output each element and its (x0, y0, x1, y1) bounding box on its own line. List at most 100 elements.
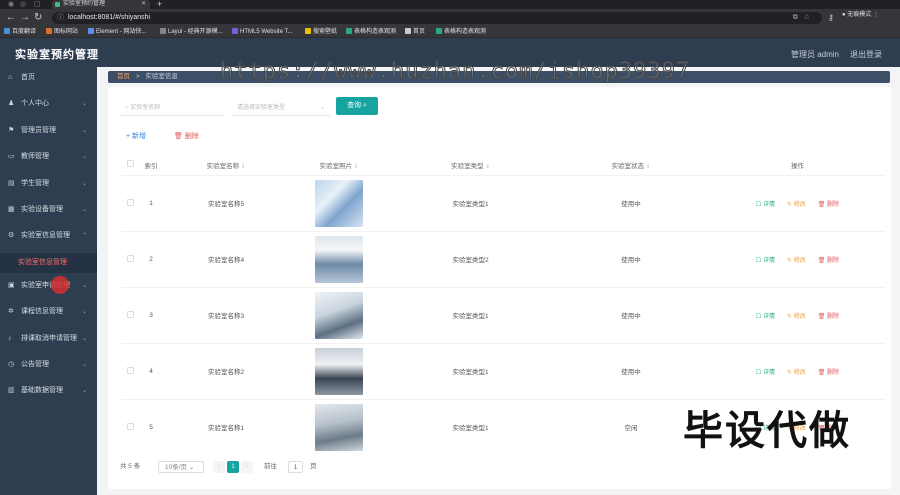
header-photo[interactable]: 实验室照片 ⇕ (289, 155, 389, 175)
sidebar-item-profile[interactable]: ♟ 个人中心 ⌄ (0, 94, 97, 114)
row-checkbox-cell[interactable] (121, 398, 139, 455)
sidebar-subitem-lab-info[interactable]: 实验室信息管理 (0, 253, 97, 273)
sidebar-item-lab-info[interactable]: ⚙ 实验室信息管理 ⌃ (0, 226, 97, 246)
chevron-down-icon: ⌄ (82, 101, 88, 107)
bookmark-item[interactable]: 搜索壁纸 (305, 28, 337, 36)
page-number-current[interactable]: 1 (227, 461, 239, 473)
bookmark-item[interactable]: Layui - 经典开源模... (160, 28, 223, 36)
sidebar-item-teachers[interactable]: ▭ 教师管理 ⌄ (0, 147, 97, 167)
row-checkbox[interactable] (126, 310, 134, 318)
row-checkbox-cell[interactable] (121, 342, 139, 399)
settings-icon: ⚙ (8, 232, 15, 239)
sidebar-item-lab-apply[interactable]: ▣ 实验室申请管理 ⌄ (0, 276, 97, 296)
view-button[interactable]: ☐ 详情 (756, 258, 775, 264)
chevron-down-icon: ⌄ (82, 283, 88, 289)
page-size-select[interactable]: 10条/页 ⌄ (158, 461, 204, 473)
lab-photo[interactable] (315, 347, 363, 395)
next-page-button[interactable]: › (241, 461, 253, 473)
edit-button[interactable]: ✎ 修改 (787, 202, 806, 208)
lab-type-select[interactable]: 请选择实验室类型 ⌄ (232, 100, 330, 116)
lab-photo[interactable] (315, 179, 363, 227)
tab-search-icon[interactable]: ▢ (34, 0, 41, 9)
sidebar-item-courses[interactable]: ✲ 课程信息管理 ⌄ (0, 302, 97, 322)
reload-icon[interactable]: ↻ (34, 12, 42, 23)
row-checkbox[interactable] (126, 254, 134, 262)
bookmark-icon (232, 28, 238, 34)
row-type: 实验室类型1 (389, 174, 552, 231)
breadcrumb-home[interactable]: 首页 (117, 73, 130, 80)
row-type: 实验室类型1 (389, 342, 552, 399)
edit-button[interactable]: ✎ 修改 (787, 314, 806, 320)
bookmarks-bar: 百度翻译 图标网站 Element - 网站快... Layui - 经典开源模… (0, 26, 900, 38)
chevron-down-icon: ⌄ (82, 181, 88, 187)
back-icon[interactable]: ← (6, 12, 16, 23)
app-menu-icon[interactable]: ◉ (8, 0, 14, 9)
delete-button[interactable]: 🗑 删除 (818, 370, 839, 376)
batch-delete-button[interactable]: 🗑 删除 (174, 131, 199, 141)
header-name[interactable]: 实验室名称 ⇕ (163, 155, 289, 175)
row-status: 使用中 (552, 342, 710, 399)
new-tab-icon[interactable]: + (157, 0, 162, 9)
delete-button[interactable]: 🗑 删除 (818, 202, 839, 208)
sidebar-item-cancel-apply[interactable]: ♪ 排课取消申请管理 ⌄ (0, 329, 97, 349)
view-button[interactable]: ☐ 详情 (756, 202, 775, 208)
row-checkbox[interactable] (126, 198, 134, 206)
row-checkbox[interactable] (126, 366, 134, 374)
browser-tab[interactable]: 实验室预约管理 ✕ (52, 0, 150, 9)
goto-page-input[interactable]: 1 (288, 461, 303, 473)
sidebar-item-base-data[interactable]: ▥ 基础数据管理 ⌄ (0, 381, 97, 401)
search-button[interactable]: 查询 ⌕ (336, 97, 378, 115)
bookmark-item[interactable]: 图标网站 (46, 28, 78, 36)
edit-button[interactable]: ✎ 修改 (787, 258, 806, 264)
row-checkbox-cell[interactable] (121, 230, 139, 287)
sort-icon[interactable]: ⇕ (241, 164, 245, 170)
header-status[interactable]: 实验室状态 ⇕ (552, 155, 710, 175)
browser-toolbar: ← → ↻ ⓘ localhost:8081/#/shiyanshi ⧉☆ ⚷ (0, 9, 900, 26)
row-checkbox-cell[interactable] (121, 174, 139, 231)
lab-name-search-input[interactable]: ○ 实验室名称 (120, 100, 224, 116)
select-all-checkbox[interactable] (126, 160, 134, 168)
logout-link[interactable]: 退出登录 (850, 49, 882, 60)
row-index: 1 (139, 174, 163, 231)
forward-icon[interactable]: → (20, 12, 30, 23)
sidebar-item-admins[interactable]: ⚑ 管理员管理 ⌄ (0, 121, 97, 141)
add-button[interactable]: + 新增 (126, 131, 146, 141)
bookmark-item[interactable]: 百度翻译 (4, 28, 36, 36)
lab-photo[interactable] (315, 291, 363, 339)
header-type[interactable]: 实验室类型 ⇕ (389, 155, 552, 175)
tab-close-icon[interactable]: ✕ (141, 0, 146, 9)
bookmark-item[interactable]: HTML5 Website T... (232, 28, 292, 36)
view-button[interactable]: ☐ 详情 (756, 370, 775, 376)
edit-button[interactable]: ✎ 修改 (787, 370, 806, 376)
row-checkbox[interactable] (126, 422, 134, 430)
site-info-icon[interactable]: ⓘ (57, 12, 64, 24)
bookmark-item[interactable]: 表格构造表观测 (346, 28, 396, 36)
bookmark-item[interactable]: Element - 网站快... (88, 28, 146, 36)
bookmark-item[interactable]: 表格构造表观测 (436, 28, 486, 36)
sort-icon[interactable]: ⇕ (486, 164, 490, 170)
prev-page-button[interactable]: ‹ (213, 461, 225, 473)
row-type: 实验室类型2 (389, 230, 552, 287)
table-row: 1 实验室名称5 实验室类型1 使用中 ☐ 详情 ✎ 修改 🗑 删除 (121, 174, 885, 231)
profile-button[interactable]: ● 无痕模式 ⋮ (842, 11, 879, 20)
key-icon[interactable]: ⚷ (828, 12, 834, 23)
sidebar-item-notices[interactable]: ◷ 公告管理 ⌄ (0, 355, 97, 375)
list-icon: ▣ (8, 282, 15, 289)
lab-photo[interactable] (315, 235, 363, 283)
delete-button[interactable]: 🗑 删除 (818, 258, 839, 264)
omnibox-actions[interactable]: ⧉☆ (793, 12, 816, 24)
row-actions: ☐ 详情 ✎ 修改 🗑 删除 (710, 230, 885, 287)
row-checkbox-cell[interactable] (121, 286, 139, 343)
lab-photo[interactable] (315, 403, 363, 451)
sidebar-item-students[interactable]: ▤ 学生管理 ⌄ (0, 174, 97, 194)
bookmark-item[interactable]: 首页 (405, 28, 425, 36)
sidebar-item-equipment[interactable]: ▦ 实验设备管理 ⌄ (0, 200, 97, 220)
chevron-down-icon: ⌄ (82, 388, 88, 394)
sidebar-item-home[interactable]: ⌂ 首页 (0, 68, 97, 88)
sort-icon[interactable]: ⇕ (354, 164, 358, 170)
address-bar[interactable]: ⓘ localhost:8081/#/shiyanshi ⧉☆ (52, 12, 822, 24)
sort-icon[interactable]: ⇕ (646, 164, 650, 170)
view-button[interactable]: ☐ 详情 (756, 314, 775, 320)
select-all-checkbox-cell[interactable] (121, 155, 139, 175)
delete-button[interactable]: 🗑 删除 (818, 314, 839, 320)
